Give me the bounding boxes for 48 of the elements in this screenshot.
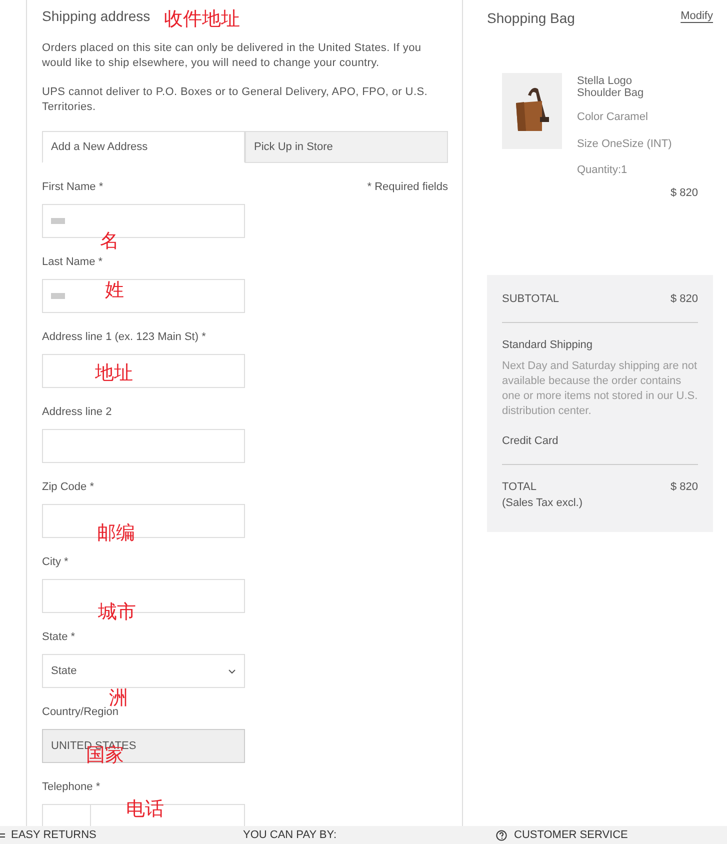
field-label: State * [42,630,76,645]
annotation-text: 邮编 [97,524,135,543]
summary-value: $ 820 [670,292,698,307]
redacted-mark [51,218,65,224]
tab[interactable]: Pick Up in Store [245,131,448,163]
field-label: City * [42,555,68,570]
redacted-mark [51,293,65,299]
field-label: Zip Code * [42,480,94,495]
field-label: Last Name * [42,255,103,270]
annotation-text: 电话 [126,800,164,819]
product-name: Stella Logo Shoulder Bag [577,75,645,99]
footer-link[interactable]: CUSTOMER SERVICE [514,826,628,844]
state-select[interactable]: State [42,654,245,688]
section-title: Shopping Bag [487,9,575,28]
annotation-text: 城市 [98,603,136,622]
input-field[interactable] [42,429,245,463]
tab[interactable]: Add a New Address [42,131,245,163]
annotation-text: 收件地址 [164,10,240,29]
annotation-text: 姓 [105,281,124,300]
required-note: * Required fields [367,180,448,195]
notice-text: UPS cannot deliver to P.O. Boxes or to General Delivery, APO, FPO, or U.S. Territories. [42,85,428,115]
footer-link[interactable]: EASY RETURNS [11,826,96,844]
field-label: First Name * [42,180,104,195]
input-field[interactable] [42,354,245,388]
annotation-text: 洲 [109,689,128,708]
help-icon [496,830,507,840]
field-label: Address line 2 [42,405,112,420]
price-text: $ 820 [669,186,699,200]
summary-label: Standard Shipping [502,338,594,352]
notice-text: Orders placed on this site can only be delivered in the United States. If you would like to ship elsewhere, you will need to change your country. [42,41,422,71]
product-detail: Quantity:1 [577,163,628,178]
summary-label: TOTAL [502,480,538,494]
input-field[interactable] [42,279,245,313]
product-detail: Size OneSize (INT) [577,136,673,152]
modify-link[interactable]: Modify [680,8,713,24]
summary-label: SUBTOTAL [502,292,560,307]
shipping-note: Next Day and Saturday shipping are not available because the order contains one or more items not stored in our U.S. distribution center. [502,359,698,419]
product-detail: Color Caramel [577,110,649,125]
annotation-text: 名 [100,232,119,251]
summary-value: $ 820 [670,480,698,494]
footer-link[interactable]: YOU CAN PAY BY: [243,826,337,844]
field-label: Country/Region [42,706,118,720]
payment-method: Credit Card [502,434,560,449]
field-label: Address line 1 (ex. 123 Main St) * [42,330,206,345]
field-label: Telephone * [42,780,100,795]
annotation-text: 地址 [95,364,133,383]
summary-label: (Sales Tax excl.) [502,496,582,511]
chevron-down-icon [228,668,236,674]
